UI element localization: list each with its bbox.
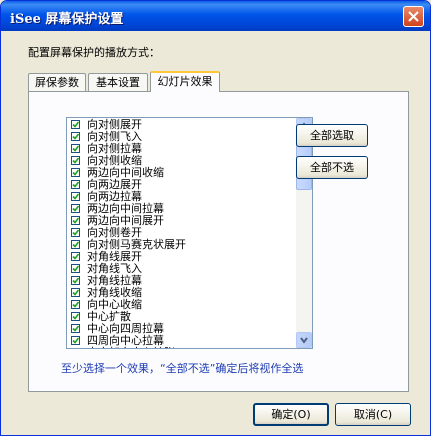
list-item[interactable]: 十字架向中心扩张 <box>67 347 297 349</box>
config-prompt: 配置屏幕保护的播放方式： <box>28 46 160 59</box>
checkmark-icon <box>72 265 79 272</box>
effect-checkbox[interactable] <box>71 264 80 273</box>
checkmark-icon <box>72 277 79 284</box>
ok-button[interactable]: 确定(O) <box>253 403 329 426</box>
checkmark-icon <box>72 313 79 320</box>
checkmark-icon <box>72 181 79 188</box>
checkmark-icon <box>72 289 79 296</box>
settings-dialog: iSee 屏幕保护设置 配置屏幕保护的播放方式： 屏保参数 基本设置 幻灯片效果… <box>0 0 431 436</box>
tab-screensaver-params[interactable]: 屏保参数 <box>28 73 86 91</box>
effect-checkbox[interactable] <box>71 240 80 249</box>
checkmark-icon <box>72 145 79 152</box>
tab-slide-effects[interactable]: 幻灯片效果 <box>150 71 220 92</box>
checkmark-icon <box>72 169 79 176</box>
tab-panel: 向对侧展开 向对侧飞入 向对侧拉幕 向对侧收缩 两边向中间收缩 向两边展开 向两边拉幕 两边向… <box>28 91 409 392</box>
checkmark-icon <box>72 133 79 140</box>
checkmark-icon <box>72 241 79 248</box>
effect-checkbox[interactable] <box>71 192 80 201</box>
checkmark-icon <box>72 193 79 200</box>
checkmark-icon <box>72 205 79 212</box>
effect-checkbox[interactable] <box>71 228 80 237</box>
checkmark-icon <box>72 121 79 128</box>
checkmark-icon <box>72 337 79 344</box>
effect-checkbox[interactable] <box>71 300 80 309</box>
cancel-button[interactable]: 取消(C) <box>335 403 411 426</box>
title-bar[interactable]: iSee 屏幕保护设置 <box>1 1 430 31</box>
effects-list[interactable]: 向对侧展开 向对侧飞入 向对侧拉幕 向对侧收缩 两边向中间收缩 向两边展开 向两边拉幕 两边向… <box>66 117 313 349</box>
checkmark-icon <box>72 157 79 164</box>
select-all-button[interactable]: 全部选取 <box>296 124 368 147</box>
effect-checkbox[interactable] <box>71 336 80 345</box>
chevron-down-icon <box>300 337 308 344</box>
checkmark-icon <box>72 253 79 260</box>
effect-checkbox[interactable] <box>71 216 80 225</box>
effect-checkbox[interactable] <box>71 252 80 261</box>
deselect-all-button[interactable]: 全部不选 <box>296 156 368 179</box>
selection-note: 至少选择一个效果，“全部不选”确定后将视作全选 <box>61 362 304 375</box>
effects-list-items: 向对侧展开 向对侧飞入 向对侧拉幕 向对侧收缩 两边向中间收缩 向两边展开 向两边拉幕 两边向… <box>67 119 297 349</box>
effect-checkbox[interactable] <box>71 144 80 153</box>
effect-checkbox[interactable] <box>71 120 80 129</box>
effect-checkbox[interactable] <box>71 288 80 297</box>
effect-checkbox[interactable] <box>71 312 80 321</box>
window-title: iSee 屏幕保护设置 <box>10 12 124 27</box>
effect-checkbox[interactable] <box>71 156 80 165</box>
scroll-down-button[interactable] <box>296 332 312 348</box>
effect-checkbox[interactable] <box>71 276 80 285</box>
effect-checkbox[interactable] <box>71 204 80 213</box>
effect-checkbox[interactable] <box>71 180 80 189</box>
checkmark-icon <box>72 325 79 332</box>
effect-checkbox[interactable] <box>71 324 80 333</box>
effect-label: 十字架向中心扩张 <box>87 346 175 349</box>
effect-checkbox[interactable] <box>71 348 80 349</box>
scrollbar[interactable] <box>296 118 312 348</box>
checkmark-icon <box>72 301 79 308</box>
checkmark-icon <box>72 229 79 236</box>
effect-checkbox[interactable] <box>71 168 80 177</box>
checkmark-icon <box>72 217 79 224</box>
effect-checkbox[interactable] <box>71 132 80 141</box>
tab-basic-settings[interactable]: 基本设置 <box>88 73 148 91</box>
close-button[interactable] <box>403 6 424 27</box>
close-icon <box>408 11 419 22</box>
